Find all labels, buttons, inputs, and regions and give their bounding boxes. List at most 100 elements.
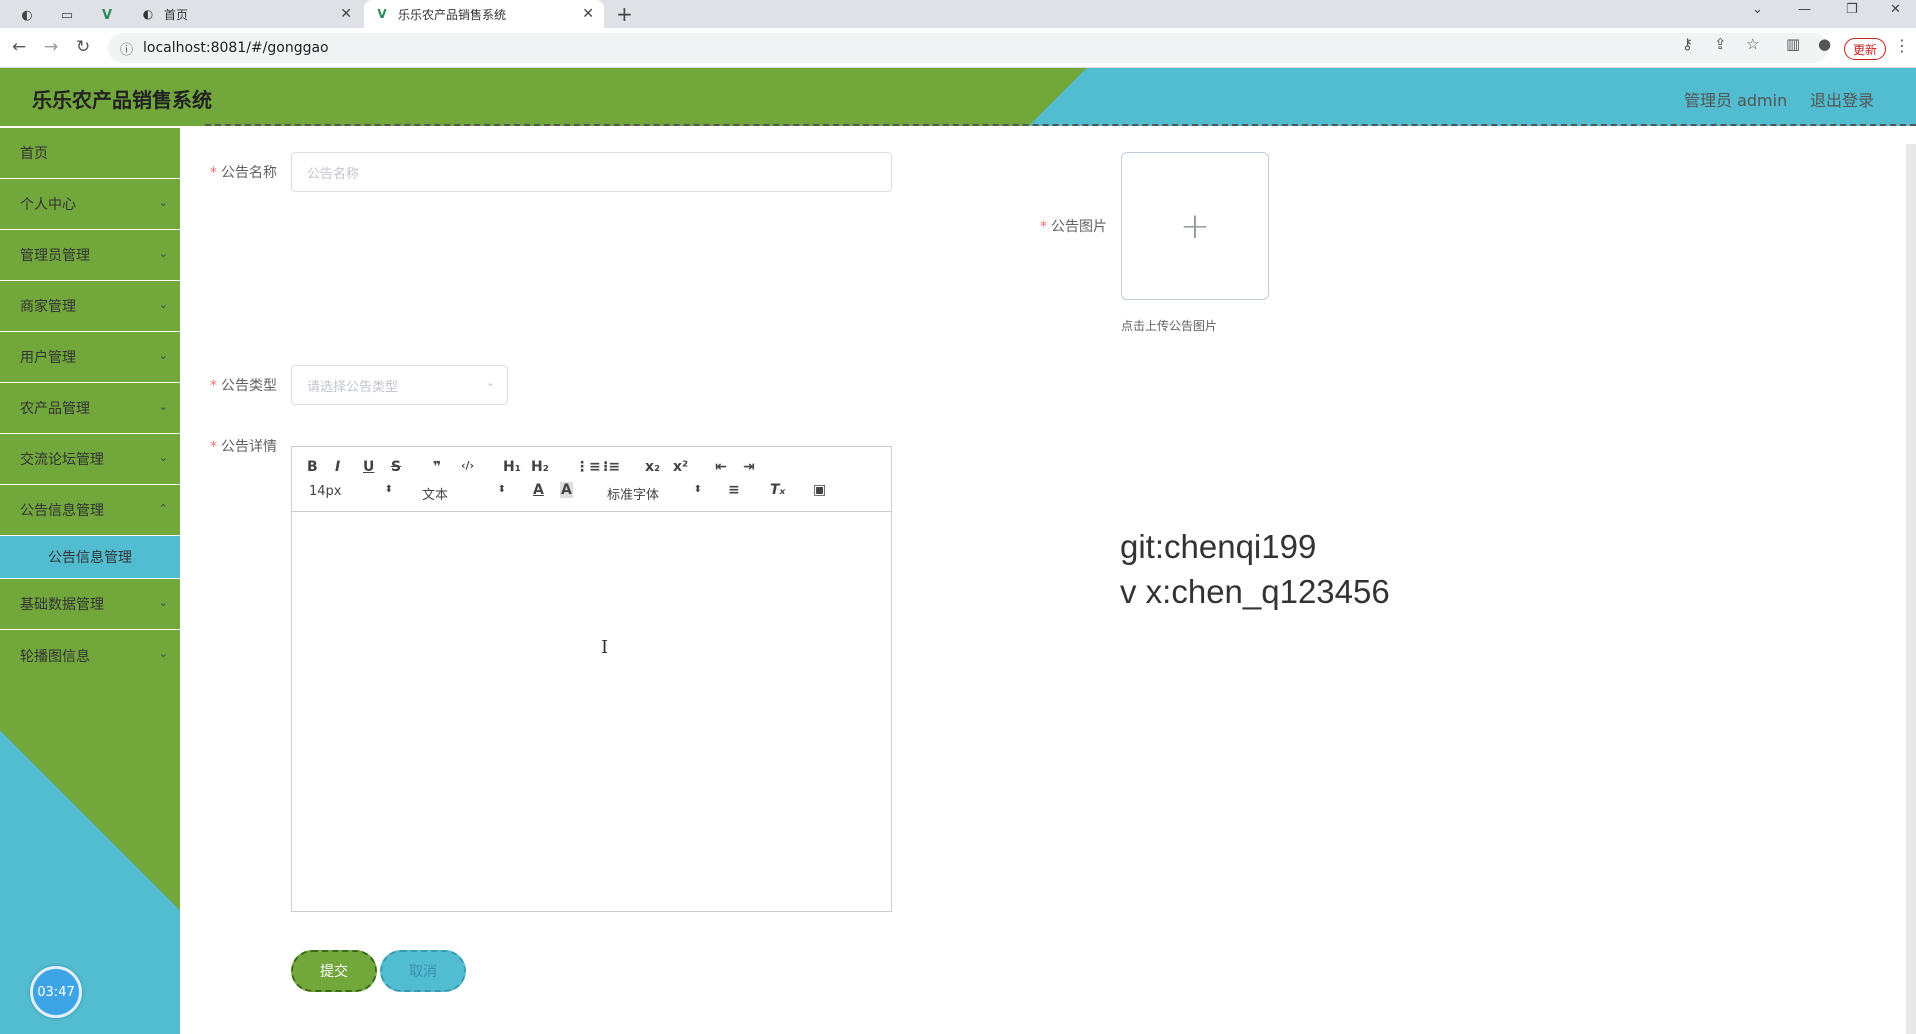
image-upload[interactable]: + [1121, 152, 1269, 300]
chevron-up-icon: ⌃ [158, 502, 168, 515]
chevron-down-icon: ⌄ [158, 247, 168, 260]
ordered-list-icon[interactable]: ⋮≡ [575, 459, 601, 475]
sidebar-item-forum[interactable]: 交流论坛管理 ⌄ [0, 434, 180, 485]
sidebar-item-admins[interactable]: 管理员管理 ⌄ [0, 230, 180, 281]
font-size-select[interactable]: 14px ⬍ [309, 484, 393, 499]
sidebar-item-carousel[interactable]: 轮播图信息 ⌄ [0, 630, 180, 681]
share-icon[interactable]: ⇪ [1714, 35, 1727, 53]
bold-icon[interactable]: B [307, 459, 318, 475]
background-color-icon[interactable]: A [560, 482, 573, 498]
watermark-line-2: v x:chen_q123456 [1120, 573, 1390, 610]
outdent-icon[interactable]: ⇤ [715, 459, 727, 475]
sidebar-subitem-notices[interactable]: 公告信息管理 [0, 536, 180, 579]
new-tab-icon[interactable]: + [616, 2, 633, 26]
sidebar-item-label: 公告信息管理 [20, 503, 104, 519]
close-window-icon[interactable]: ✕ [1890, 2, 1901, 17]
sidebar-item-products[interactable]: 农产品管理 ⌄ [0, 383, 180, 434]
align-icon[interactable]: ≡ [728, 482, 740, 498]
scrollbar[interactable] [1906, 144, 1916, 1034]
globe-icon[interactable]: ◐ [16, 4, 38, 26]
upload-hint: 点击上传公告图片 [1121, 319, 1218, 333]
sidebar-item-notices[interactable]: 公告信息管理 ⌃ [0, 485, 180, 536]
h2-icon[interactable]: H₂ [531, 459, 549, 475]
sidebar: 首页 个人中心 ⌄ 管理员管理 ⌄ 商家管理 ⌄ 用户管理 ⌄ 农产品管理 ⌄ 交流论坛管… [0, 128, 180, 1034]
url-field[interactable]: ⓘ localhost:8081/#/gonggao [108, 33, 1828, 63]
underline-icon[interactable]: U [363, 459, 374, 475]
superscript-icon[interactable]: x² [673, 459, 688, 475]
notice-type-select[interactable]: 请选择公告类型 ⌄ [291, 365, 508, 405]
browser-tab-active[interactable]: V 乐乐农产品销售系统 ✕ [364, 0, 604, 28]
restore-icon[interactable]: ❐ [1846, 2, 1858, 17]
bullet-list-icon[interactable]: ⁝≡ [603, 459, 620, 475]
editor-content[interactable]: I [292, 513, 891, 911]
sidebar-item-users[interactable]: 用户管理 ⌄ [0, 332, 180, 383]
app-title: 乐乐农产品销售系统 [32, 88, 212, 112]
browser-tab-home[interactable]: ◐ 首页 ✕ [130, 0, 362, 28]
font-family-select[interactable]: 标准字体 ⬍ [607, 484, 702, 503]
font-color-icon[interactable]: A [533, 482, 544, 498]
clear-format-icon[interactable]: Tₓ [770, 482, 785, 498]
reload-icon[interactable]: ↻ [76, 37, 90, 57]
cancel-button[interactable]: 取消 [380, 950, 466, 992]
name-label: * 公告名称 [210, 165, 277, 181]
chevron-down-icon[interactable]: ⌄ [1752, 2, 1763, 17]
select-placeholder: 请选择公告类型 [307, 379, 399, 395]
chevron-down-icon: ⌄ [158, 298, 168, 311]
address-bar: ← → ↻ ⓘ localhost:8081/#/gonggao ⚷ ⇪ ☆ ▥… [0, 28, 1916, 68]
logout-link[interactable]: 退出登录 [1810, 87, 1874, 111]
close-icon[interactable]: ✕ [582, 6, 594, 22]
blank-tab-icon[interactable]: ▭ [56, 4, 78, 26]
image-label: * 公告图片 [1040, 219, 1107, 235]
header-select[interactable]: 文本 ⬍ [422, 484, 506, 503]
updown-icon: ⬍ [497, 484, 506, 495]
chevron-down-icon: ⌄ [158, 349, 168, 362]
submit-button[interactable]: 提交 [291, 950, 377, 992]
update-button[interactable]: 更新 [1844, 38, 1887, 60]
image-icon[interactable]: ▣ [813, 482, 826, 498]
h1-icon[interactable]: H₁ [503, 459, 521, 475]
watermark: git:chenqi199 v x:chen_q123456 [1120, 524, 1390, 614]
tab-label: 首页 [164, 7, 189, 22]
sidebar-item-label: 交流论坛管理 [20, 452, 104, 468]
sidebar-item-label: 商家管理 [20, 299, 76, 315]
notice-name-input[interactable]: 公告名称 [291, 152, 892, 192]
sidepanel-icon[interactable]: ▥ [1786, 35, 1800, 53]
chevron-down-icon: ⌄ [158, 647, 168, 660]
sidebar-item-home[interactable]: 首页 [0, 128, 180, 179]
updown-icon: ⬍ [384, 484, 393, 495]
vue-logo-icon: V [377, 7, 387, 21]
strike-icon[interactable]: S [391, 459, 401, 475]
sidebar-item-label: 基础数据管理 [20, 597, 104, 613]
subscript-icon[interactable]: x₂ [645, 459, 660, 475]
sidebar-item-label: 首页 [20, 146, 48, 162]
back-icon[interactable]: ← [12, 37, 26, 57]
chevron-down-icon: ⌄ [158, 596, 168, 609]
info-icon[interactable]: ⓘ [120, 39, 133, 58]
close-icon[interactable]: ✕ [340, 6, 352, 22]
updown-icon: ⬍ [693, 484, 702, 495]
chevron-down-icon: ⌄ [158, 400, 168, 413]
sidebar-item-label: 个人中心 [20, 197, 76, 213]
tab-label: 乐乐农产品销售系统 [398, 7, 507, 22]
more-menu-icon[interactable]: ⋮ [1894, 36, 1910, 55]
font-size-value: 14px [309, 484, 342, 499]
code-icon[interactable]: ‹/› [461, 459, 474, 472]
sidebar-item-merchants[interactable]: 商家管理 ⌄ [0, 281, 180, 332]
globe-icon: ◐ [142, 7, 154, 21]
minimize-icon[interactable]: — [1798, 2, 1811, 17]
app-header: 乐乐农产品销售系统 管理员 admin 退出登录 [0, 68, 1916, 126]
sidebar-item-personal[interactable]: 个人中心 ⌄ [0, 179, 180, 230]
key-icon[interactable]: ⚷ [1682, 35, 1693, 53]
vue-tab-icon[interactable]: V [96, 4, 118, 26]
indent-icon[interactable]: ⇥ [743, 459, 755, 475]
quote-icon[interactable]: ❞ [433, 459, 441, 475]
profile-icon[interactable]: ● [1818, 35, 1831, 53]
sidebar-item-basic-data[interactable]: 基础数据管理 ⌄ [0, 579, 180, 630]
clock-widget[interactable]: 03:47 [30, 966, 82, 1018]
star-icon[interactable]: ☆ [1746, 35, 1759, 53]
italic-icon[interactable]: I [335, 459, 340, 475]
watermark-line-1: git:chenqi199 [1120, 528, 1317, 565]
sidebar-item-label: 轮播图信息 [20, 648, 90, 665]
forward-icon[interactable]: → [44, 37, 58, 57]
editor-toolbar: B I U S ❞ ‹/› H₁ H₂ ⋮≡ ⁝≡ x₂ x² ⇤ ⇥ 14px… [292, 447, 891, 512]
